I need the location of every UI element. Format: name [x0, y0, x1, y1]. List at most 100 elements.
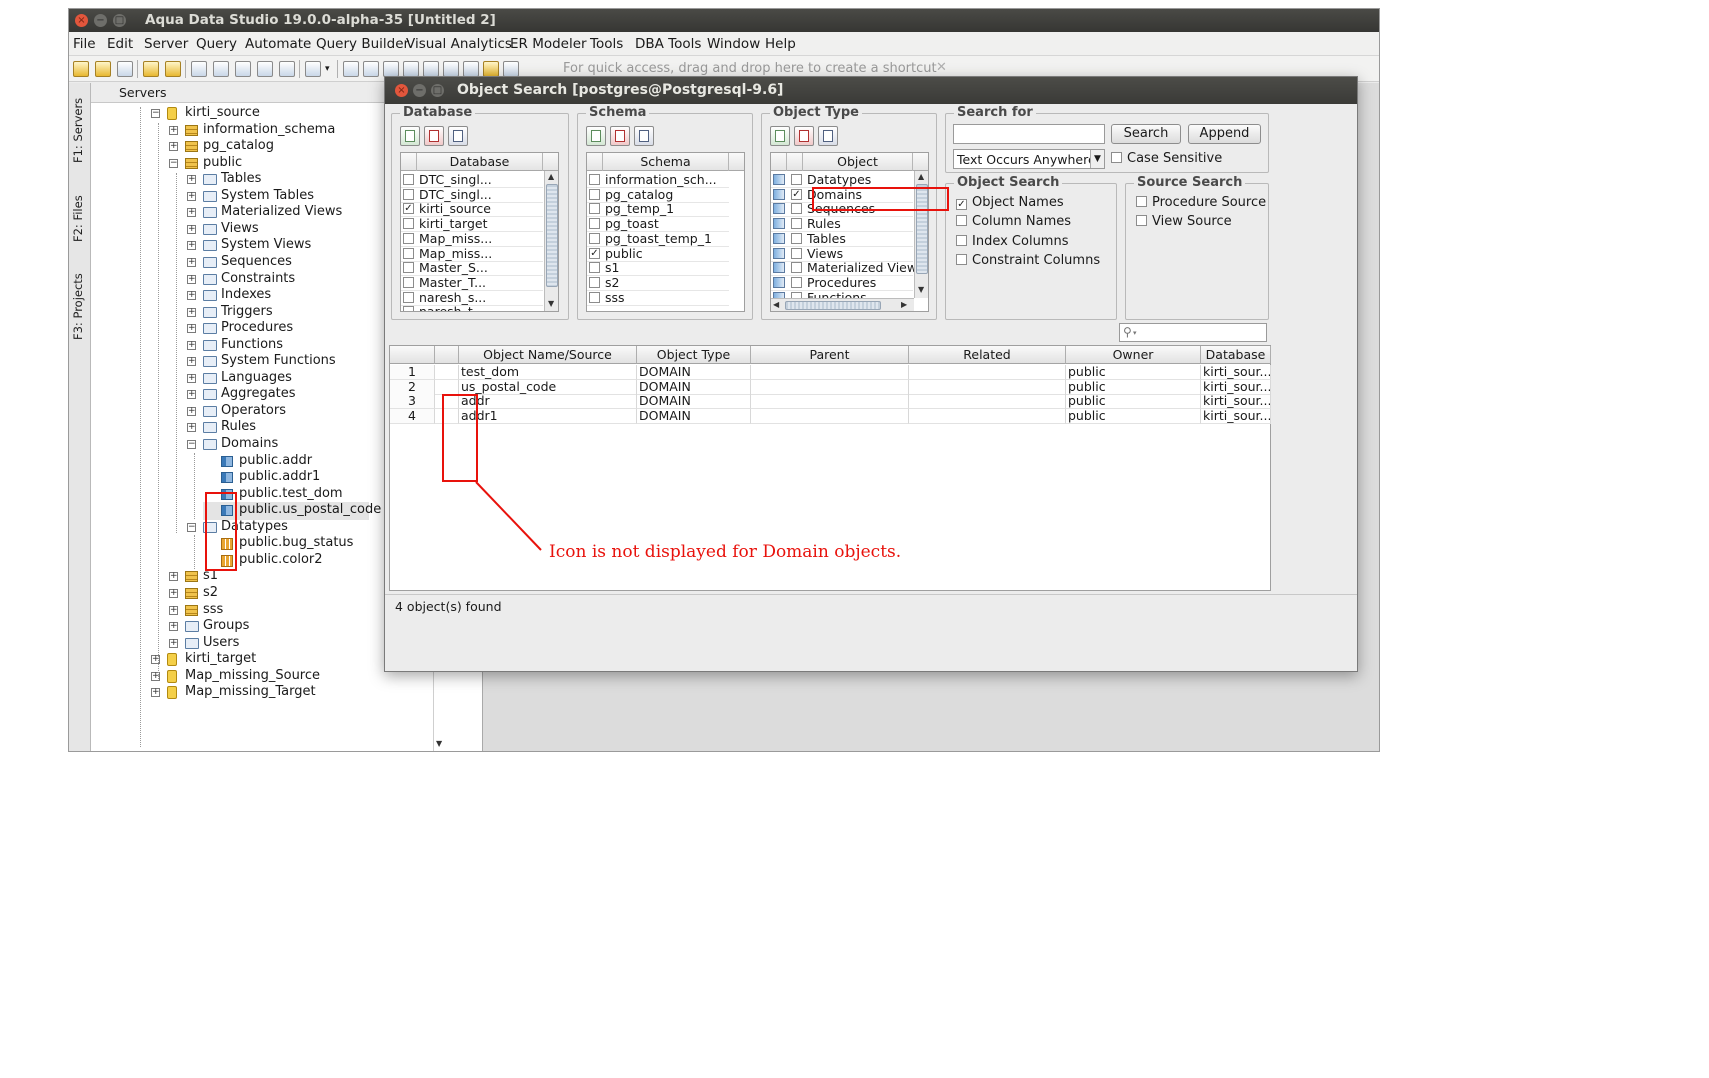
dialog-close-button[interactable]: ×	[395, 84, 408, 97]
list-item[interactable]: pg_toast	[587, 216, 729, 233]
checkbox[interactable]: ✓	[589, 247, 600, 259]
list-item[interactable]: ✓ kirti_source	[401, 201, 543, 218]
list-item[interactable]: s2	[587, 275, 729, 291]
checkbox[interactable]	[1136, 196, 1147, 207]
database-uncheck-all-button[interactable]	[424, 126, 444, 146]
list-item[interactable]: information_sch...	[587, 172, 729, 188]
find-icon[interactable]	[191, 61, 207, 77]
chevron-down-icon[interactable]: ▼	[1090, 150, 1104, 168]
dialog-minimize-button[interactable]: −	[413, 84, 426, 97]
scroll-down-arrow-icon[interactable]: ▼	[436, 739, 442, 748]
checkbox[interactable]	[589, 291, 600, 303]
menu-query[interactable]: Query	[196, 36, 237, 52]
search-option-checkbox[interactable]: ✓ Object Names	[956, 195, 1064, 210]
expand-plus-icon[interactable]: +	[187, 423, 196, 433]
tab-files[interactable]: F2: Files	[71, 189, 89, 249]
object-type-invert-button[interactable]	[818, 126, 838, 146]
search-text-input[interactable]	[953, 124, 1105, 144]
table-row[interactable]: 4 addr1 DOMAIN public kirti_sour...	[390, 408, 1272, 424]
checkbox[interactable]	[791, 203, 802, 215]
dialog-maximize-button[interactable]: □	[431, 84, 444, 97]
list-item[interactable]: pg_temp_1	[587, 201, 729, 218]
database-invert-button[interactable]	[448, 126, 468, 146]
list-item[interactable]: Tables	[771, 231, 913, 247]
object-name-column-header[interactable]: Object Name/Source	[459, 346, 637, 364]
list-item[interactable]: Master_S...	[401, 260, 543, 277]
expand-plus-icon[interactable]: +	[187, 390, 196, 400]
parent-column-header[interactable]: Parent	[751, 346, 909, 364]
expand-plus-icon[interactable]: +	[187, 324, 196, 334]
row-number-header[interactable]	[390, 346, 435, 364]
open-icon[interactable]	[95, 61, 111, 77]
menu-edit[interactable]: Edit	[107, 36, 133, 52]
scroll-left-arrow-icon[interactable]: ◀	[773, 300, 779, 309]
scroll-right-arrow-icon[interactable]: ▶	[901, 300, 907, 309]
scroll-down-arrow-icon[interactable]: ▼	[918, 285, 924, 294]
table-row[interactable]: 1 test_dom DOMAIN public kirti_sour...	[390, 365, 1272, 380]
checkbox[interactable]	[589, 218, 600, 230]
expand-plus-icon[interactable]: +	[187, 191, 196, 201]
checkbox[interactable]: ✓	[791, 188, 802, 200]
schema-uncheck-all-button[interactable]	[610, 126, 630, 146]
close-hint-icon[interactable]: ✕	[936, 60, 947, 75]
list-item[interactable]: pg_toast_temp_1	[587, 231, 729, 247]
menu-dba-tools[interactable]: DBA Tools	[635, 36, 701, 52]
object-type-uncheck-all-button[interactable]	[794, 126, 814, 146]
checkbox[interactable]	[589, 203, 600, 215]
checkbox[interactable]	[791, 276, 802, 288]
search-option-checkbox[interactable]: Constraint Columns	[956, 253, 1100, 268]
list-item[interactable]: Datatypes	[771, 172, 913, 188]
list-item[interactable]: Procedures	[771, 275, 913, 291]
related-column-header[interactable]: Related	[909, 346, 1066, 364]
find-next-icon[interactable]	[213, 61, 229, 77]
checkbox[interactable]	[1136, 215, 1147, 227]
tree-node[interactable]: + Map_missing_Target	[149, 684, 429, 702]
collapse-minus-icon[interactable]: −	[187, 522, 196, 532]
list-item[interactable]: Map_miss...	[401, 246, 543, 262]
database-column-header[interactable]: Database	[417, 153, 543, 171]
window-list-icon[interactable]	[463, 61, 479, 77]
list-item[interactable]: DTC_singl...	[401, 172, 543, 188]
checkbox[interactable]	[589, 174, 600, 185]
search-mode-select[interactable]: Text Occurs Anywhere ▼	[953, 149, 1105, 169]
checkbox[interactable]: ✓	[956, 199, 967, 210]
expand-plus-icon[interactable]: +	[187, 208, 196, 218]
owner-column-header[interactable]: Owner	[1066, 346, 1201, 364]
case-sensitive-box[interactable]	[1111, 152, 1122, 163]
tab-projects[interactable]: F3: Projects	[71, 269, 89, 345]
expand-plus-icon[interactable]: +	[187, 274, 196, 284]
table-row[interactable]: 3 addr DOMAIN public kirti_sour...	[390, 394, 1272, 410]
object-type-check-all-button[interactable]	[770, 126, 790, 146]
checkbox[interactable]	[791, 247, 802, 259]
expand-plus-icon[interactable]: +	[169, 588, 178, 598]
execute-edit-icon[interactable]	[165, 61, 181, 77]
checkbox[interactable]	[403, 276, 414, 288]
expand-plus-icon[interactable]: +	[187, 406, 196, 416]
cascade-icon[interactable]	[443, 61, 459, 77]
checkbox[interactable]	[403, 188, 414, 200]
filter-dropdown-icon[interactable]: ▾	[1133, 329, 1137, 337]
list-item[interactable]: Views	[771, 246, 913, 262]
expand-plus-icon[interactable]: +	[187, 307, 196, 317]
expand-plus-icon[interactable]: +	[187, 257, 196, 267]
menu-automate[interactable]: Automate	[245, 36, 311, 52]
object-column-header[interactable]: Object	[803, 153, 913, 171]
checkbox[interactable]	[956, 215, 967, 227]
list-item[interactable]: Map_miss...	[401, 231, 543, 247]
search-button[interactable]: Search	[1111, 124, 1181, 144]
menu-help[interactable]: Help	[765, 36, 796, 52]
checkbox[interactable]	[403, 247, 414, 259]
expand-plus-icon[interactable]: +	[187, 373, 196, 383]
checkbox[interactable]	[589, 276, 600, 288]
find-all-icon[interactable]	[257, 61, 273, 77]
scroll-down-arrow-icon[interactable]: ▼	[548, 299, 554, 308]
menu-er-modeler[interactable]: ER Modeler	[510, 36, 587, 52]
checkbox[interactable]	[403, 174, 414, 185]
collapse-minus-icon[interactable]: −	[187, 440, 196, 449]
schema-check-all-button[interactable]	[586, 126, 606, 146]
checkbox[interactable]	[403, 232, 414, 244]
expand-plus-icon[interactable]: +	[169, 572, 178, 582]
dropdown-arrow-icon[interactable]: ▾	[325, 64, 330, 74]
checkbox[interactable]	[403, 218, 414, 230]
expand-plus-icon[interactable]: +	[169, 638, 178, 648]
